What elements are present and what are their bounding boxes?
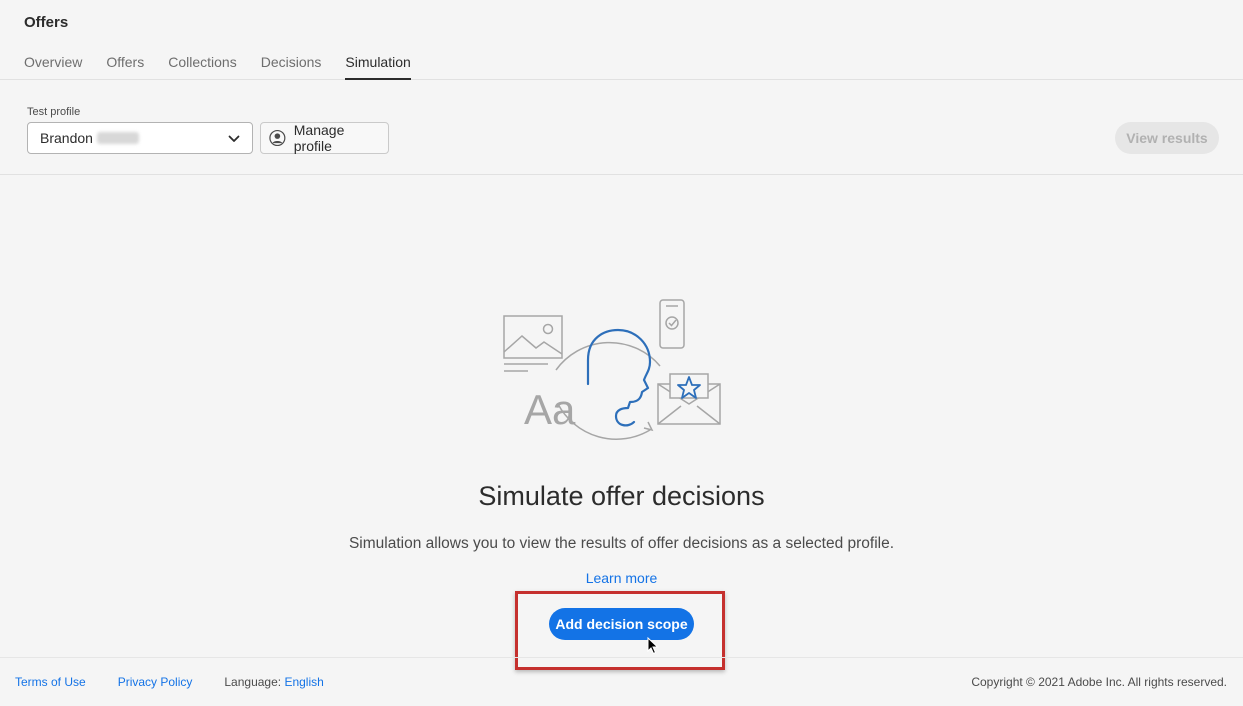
illustration-aa-text: Aa [524, 386, 576, 433]
footer: Terms of Use Privacy Policy Language: En… [0, 657, 1243, 706]
redacted-surname [96, 132, 139, 144]
privacy-policy-link[interactable]: Privacy Policy [118, 675, 193, 689]
empty-state: Aa Simulate offer decisions Simulation a… [0, 176, 1243, 670]
tab-offers[interactable]: Offers [106, 54, 144, 80]
user-icon [269, 129, 286, 147]
test-profile-label: Test profile [27, 106, 81, 118]
empty-state-title: Simulate offer decisions [478, 481, 765, 511]
copyright-text: Copyright © 2021 Adobe Inc. All rights r… [971, 675, 1227, 689]
tab-decisions[interactable]: Decisions [261, 54, 322, 80]
learn-more-link[interactable]: Learn more [0, 570, 1243, 586]
app-title: Offers [24, 14, 69, 31]
empty-state-description: Simulation allows you to view the result… [348, 535, 895, 552]
manage-profile-button[interactable]: Manage profile [260, 122, 389, 154]
mouse-cursor-icon [647, 637, 659, 655]
manage-profile-label: Manage profile [293, 122, 345, 154]
simulation-toolbar: Test profile Brandon Manage profile View… [0, 81, 1243, 175]
footer-links: Terms of Use Privacy Policy Language: En… [15, 675, 324, 689]
language-value-link[interactable]: English [284, 675, 323, 689]
test-profile-select[interactable]: Brandon [27, 122, 253, 154]
chevron-down-icon [228, 135, 240, 142]
terms-of-use-link[interactable]: Terms of Use [15, 675, 86, 689]
language-label: Language: [224, 675, 282, 689]
view-results-button[interactable]: View results [1115, 122, 1219, 154]
simulation-illustration: Aa [503, 299, 721, 440]
selected-profile-name: Brandon [40, 130, 93, 146]
header: Offers Overview Offers Collections Decis… [0, 0, 1243, 80]
language-selector: Language: English [224, 675, 323, 689]
add-decision-scope-button[interactable]: Add decision scope [549, 608, 694, 640]
tab-collections[interactable]: Collections [168, 54, 236, 80]
tab-overview[interactable]: Overview [24, 54, 82, 80]
tab-simulation[interactable]: Simulation [345, 54, 411, 80]
tab-bar: Overview Offers Collections Decisions Si… [24, 54, 411, 80]
